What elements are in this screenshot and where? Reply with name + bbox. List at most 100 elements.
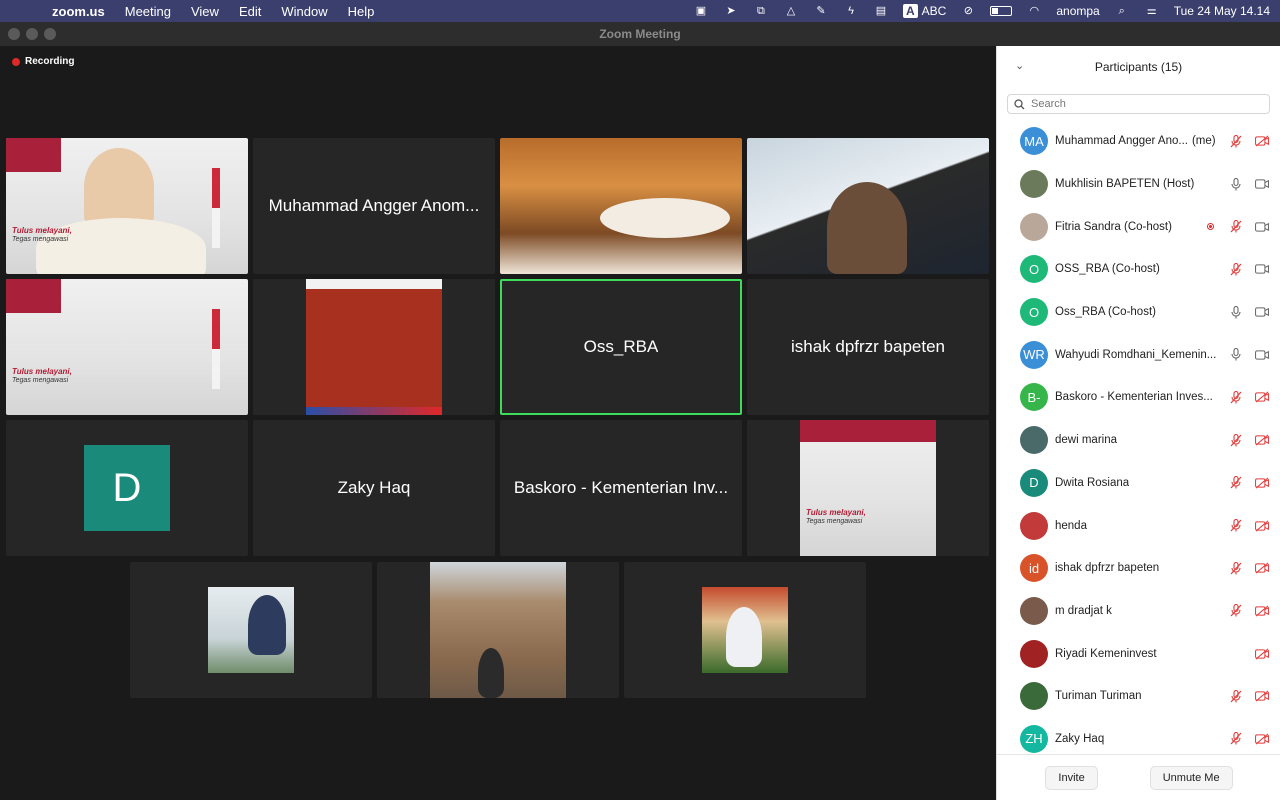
mute-icon[interactable]: ⊘ bbox=[960, 5, 976, 17]
microphone-icon[interactable] bbox=[1229, 177, 1243, 191]
zoom-window-button[interactable] bbox=[44, 28, 56, 40]
participant-figure bbox=[726, 607, 762, 667]
video-tile-4[interactable] bbox=[747, 138, 989, 274]
menu-view[interactable]: View bbox=[191, 4, 219, 19]
video-tile-12[interactable]: Tulus melayani, Tegas mengawasi bbox=[747, 420, 989, 556]
recording-indicator[interactable]: Recording bbox=[12, 56, 74, 67]
microphone-muted-icon[interactable] bbox=[1229, 220, 1243, 234]
location-icon[interactable]: ➤ bbox=[723, 5, 739, 17]
participant-row[interactable]: Riyadi Kemeninvest bbox=[997, 632, 1280, 675]
microphone-muted-icon[interactable] bbox=[1229, 134, 1243, 148]
menu-help[interactable]: Help bbox=[348, 4, 375, 19]
video-tile-15[interactable] bbox=[624, 562, 866, 698]
participant-search-input[interactable]: Search bbox=[1007, 94, 1270, 114]
unmute-me-button[interactable]: Unmute Me bbox=[1149, 765, 1233, 790]
menu-window[interactable]: Window bbox=[281, 4, 327, 19]
video-camera-off-icon[interactable] bbox=[1255, 519, 1269, 533]
microphone-muted-icon[interactable] bbox=[1229, 262, 1243, 276]
battery-icon[interactable] bbox=[990, 6, 1013, 16]
bolt-icon[interactable]: ϟ bbox=[843, 5, 859, 17]
video-camera-off-icon[interactable] bbox=[1255, 647, 1269, 661]
participant-row[interactable]: m dradjat k bbox=[997, 590, 1280, 633]
video-camera-icon[interactable] bbox=[1255, 348, 1269, 362]
close-window-button[interactable] bbox=[8, 28, 20, 40]
screen-share-icon[interactable]: ⧉ bbox=[753, 5, 769, 17]
pen-icon[interactable]: ✎ bbox=[813, 5, 829, 17]
video-tile-14[interactable] bbox=[377, 562, 619, 698]
video-tile-5[interactable]: Tulus melayani, Tegas mengawasi bbox=[6, 279, 248, 415]
video-camera-icon[interactable] bbox=[1255, 305, 1269, 319]
participant-row[interactable]: O Oss_RBA (Co-host) bbox=[997, 291, 1280, 334]
participant-row[interactable]: Turiman Turiman bbox=[997, 675, 1280, 718]
flag-image bbox=[212, 309, 220, 389]
menu-app-name[interactable]: zoom.us bbox=[52, 4, 105, 19]
participant-row[interactable]: B- Baskoro - Kementerian Inves... bbox=[997, 376, 1280, 419]
zoom-status-icon[interactable]: ▣ bbox=[693, 5, 709, 17]
participant-name: Zaky Haq bbox=[1055, 732, 1105, 745]
status-area: ▣ ➤ ⧉ △ ✎ ϟ ▤ A ABC ⊘ ◠ anompa ⌕ ⚌ Tue 24… bbox=[693, 0, 1270, 22]
menu-edit[interactable]: Edit bbox=[239, 4, 261, 19]
slide-header bbox=[306, 279, 442, 289]
video-camera-off-icon[interactable] bbox=[1255, 390, 1269, 404]
video-camera-icon[interactable] bbox=[1255, 220, 1269, 234]
menubar-clock[interactable]: Tue 24 May 14.14 bbox=[1174, 4, 1270, 18]
microphone-muted-icon[interactable] bbox=[1229, 390, 1243, 404]
video-camera-icon[interactable] bbox=[1255, 177, 1269, 191]
microphone-muted-icon[interactable] bbox=[1229, 604, 1243, 618]
participants-panel: ⌄ Participants (15) Search MA Muhammad An… bbox=[996, 46, 1280, 800]
participant-row[interactable]: dewi marina bbox=[997, 419, 1280, 462]
microphone-muted-icon[interactable] bbox=[1229, 519, 1243, 533]
participant-status-icons bbox=[1229, 120, 1269, 163]
video-camera-off-icon[interactable] bbox=[1255, 561, 1269, 575]
microphone-icon[interactable] bbox=[1229, 348, 1243, 362]
video-tile-11[interactable]: Baskoro - Kementerian Inv... bbox=[500, 420, 742, 556]
minimize-window-button[interactable] bbox=[26, 28, 38, 40]
microphone-muted-icon[interactable] bbox=[1229, 689, 1243, 703]
video-tile-1[interactable]: Tulus melayani, Tegas mengawasi bbox=[6, 138, 248, 274]
video-camera-off-icon[interactable] bbox=[1255, 689, 1269, 703]
microphone-muted-icon[interactable] bbox=[1229, 476, 1243, 490]
participant-name: ishak dpfrzr bapeten bbox=[1055, 562, 1160, 575]
window-title: Zoom Meeting bbox=[599, 27, 681, 41]
participant-row[interactable]: WR Wahyudi Romdhani_Kemenin... bbox=[997, 333, 1280, 376]
memory-icon[interactable]: ▤ bbox=[873, 5, 889, 17]
participant-row[interactable]: Mukhlisin BAPETEN (Host) bbox=[997, 163, 1280, 206]
microphone-icon[interactable] bbox=[1229, 305, 1243, 319]
video-camera-off-icon[interactable] bbox=[1255, 476, 1269, 490]
video-camera-off-icon[interactable] bbox=[1255, 433, 1269, 447]
control-center-icon[interactable]: ⚌ bbox=[1144, 5, 1160, 17]
input-source[interactable]: A ABC bbox=[902, 4, 946, 18]
video-tile-9[interactable]: D bbox=[6, 420, 248, 556]
wifi-icon[interactable]: ◠ bbox=[1026, 5, 1042, 17]
microphone-muted-icon[interactable] bbox=[1229, 561, 1243, 575]
participant-row[interactable]: id ishak dpfrzr bapeten bbox=[997, 547, 1280, 590]
drive-icon[interactable]: △ bbox=[783, 5, 799, 17]
presentation-slide bbox=[306, 279, 442, 415]
video-tile-8[interactable]: ishak dpfrzr bapeten bbox=[747, 279, 989, 415]
video-camera-off-icon[interactable] bbox=[1255, 732, 1269, 746]
microphone-muted-icon[interactable] bbox=[1229, 732, 1243, 746]
spotlight-search-icon[interactable]: ⌕ bbox=[1114, 5, 1130, 17]
participant-row[interactable]: henda bbox=[997, 504, 1280, 547]
chevron-down-icon[interactable]: ⌄ bbox=[1015, 59, 1024, 72]
participant-row[interactable]: Fitria Sandra (Co-host) bbox=[997, 205, 1280, 248]
participant-avatar: D bbox=[84, 445, 170, 531]
participant-avatar: WR bbox=[1020, 340, 1048, 369]
participant-row[interactable]: MA Muhammad Angger Ano... (me) bbox=[997, 120, 1280, 163]
video-tile-13[interactable] bbox=[130, 562, 372, 698]
menubar-user[interactable]: anompa bbox=[1056, 4, 1099, 18]
video-tile-10[interactable]: Zaky Haq bbox=[253, 420, 495, 556]
video-tile-7-active-speaker[interactable]: Oss_RBA bbox=[500, 279, 742, 415]
video-camera-off-icon[interactable] bbox=[1255, 604, 1269, 618]
menu-meeting[interactable]: Meeting bbox=[125, 4, 171, 19]
participant-row[interactable]: O OSS_RBA (Co-host) bbox=[997, 248, 1280, 291]
video-camera-off-icon[interactable] bbox=[1255, 134, 1269, 148]
video-tile-3[interactable] bbox=[500, 138, 742, 274]
invite-button[interactable]: Invite bbox=[1045, 765, 1098, 790]
video-camera-icon[interactable] bbox=[1255, 262, 1269, 276]
video-tile-6[interactable] bbox=[253, 279, 495, 415]
video-tile-2[interactable]: Muhammad Angger Anom... bbox=[253, 138, 495, 274]
participant-row[interactable]: D Dwita Rosiana bbox=[997, 462, 1280, 505]
participant-name: Riyadi Kemeninvest bbox=[1055, 647, 1157, 660]
microphone-muted-icon[interactable] bbox=[1229, 433, 1243, 447]
